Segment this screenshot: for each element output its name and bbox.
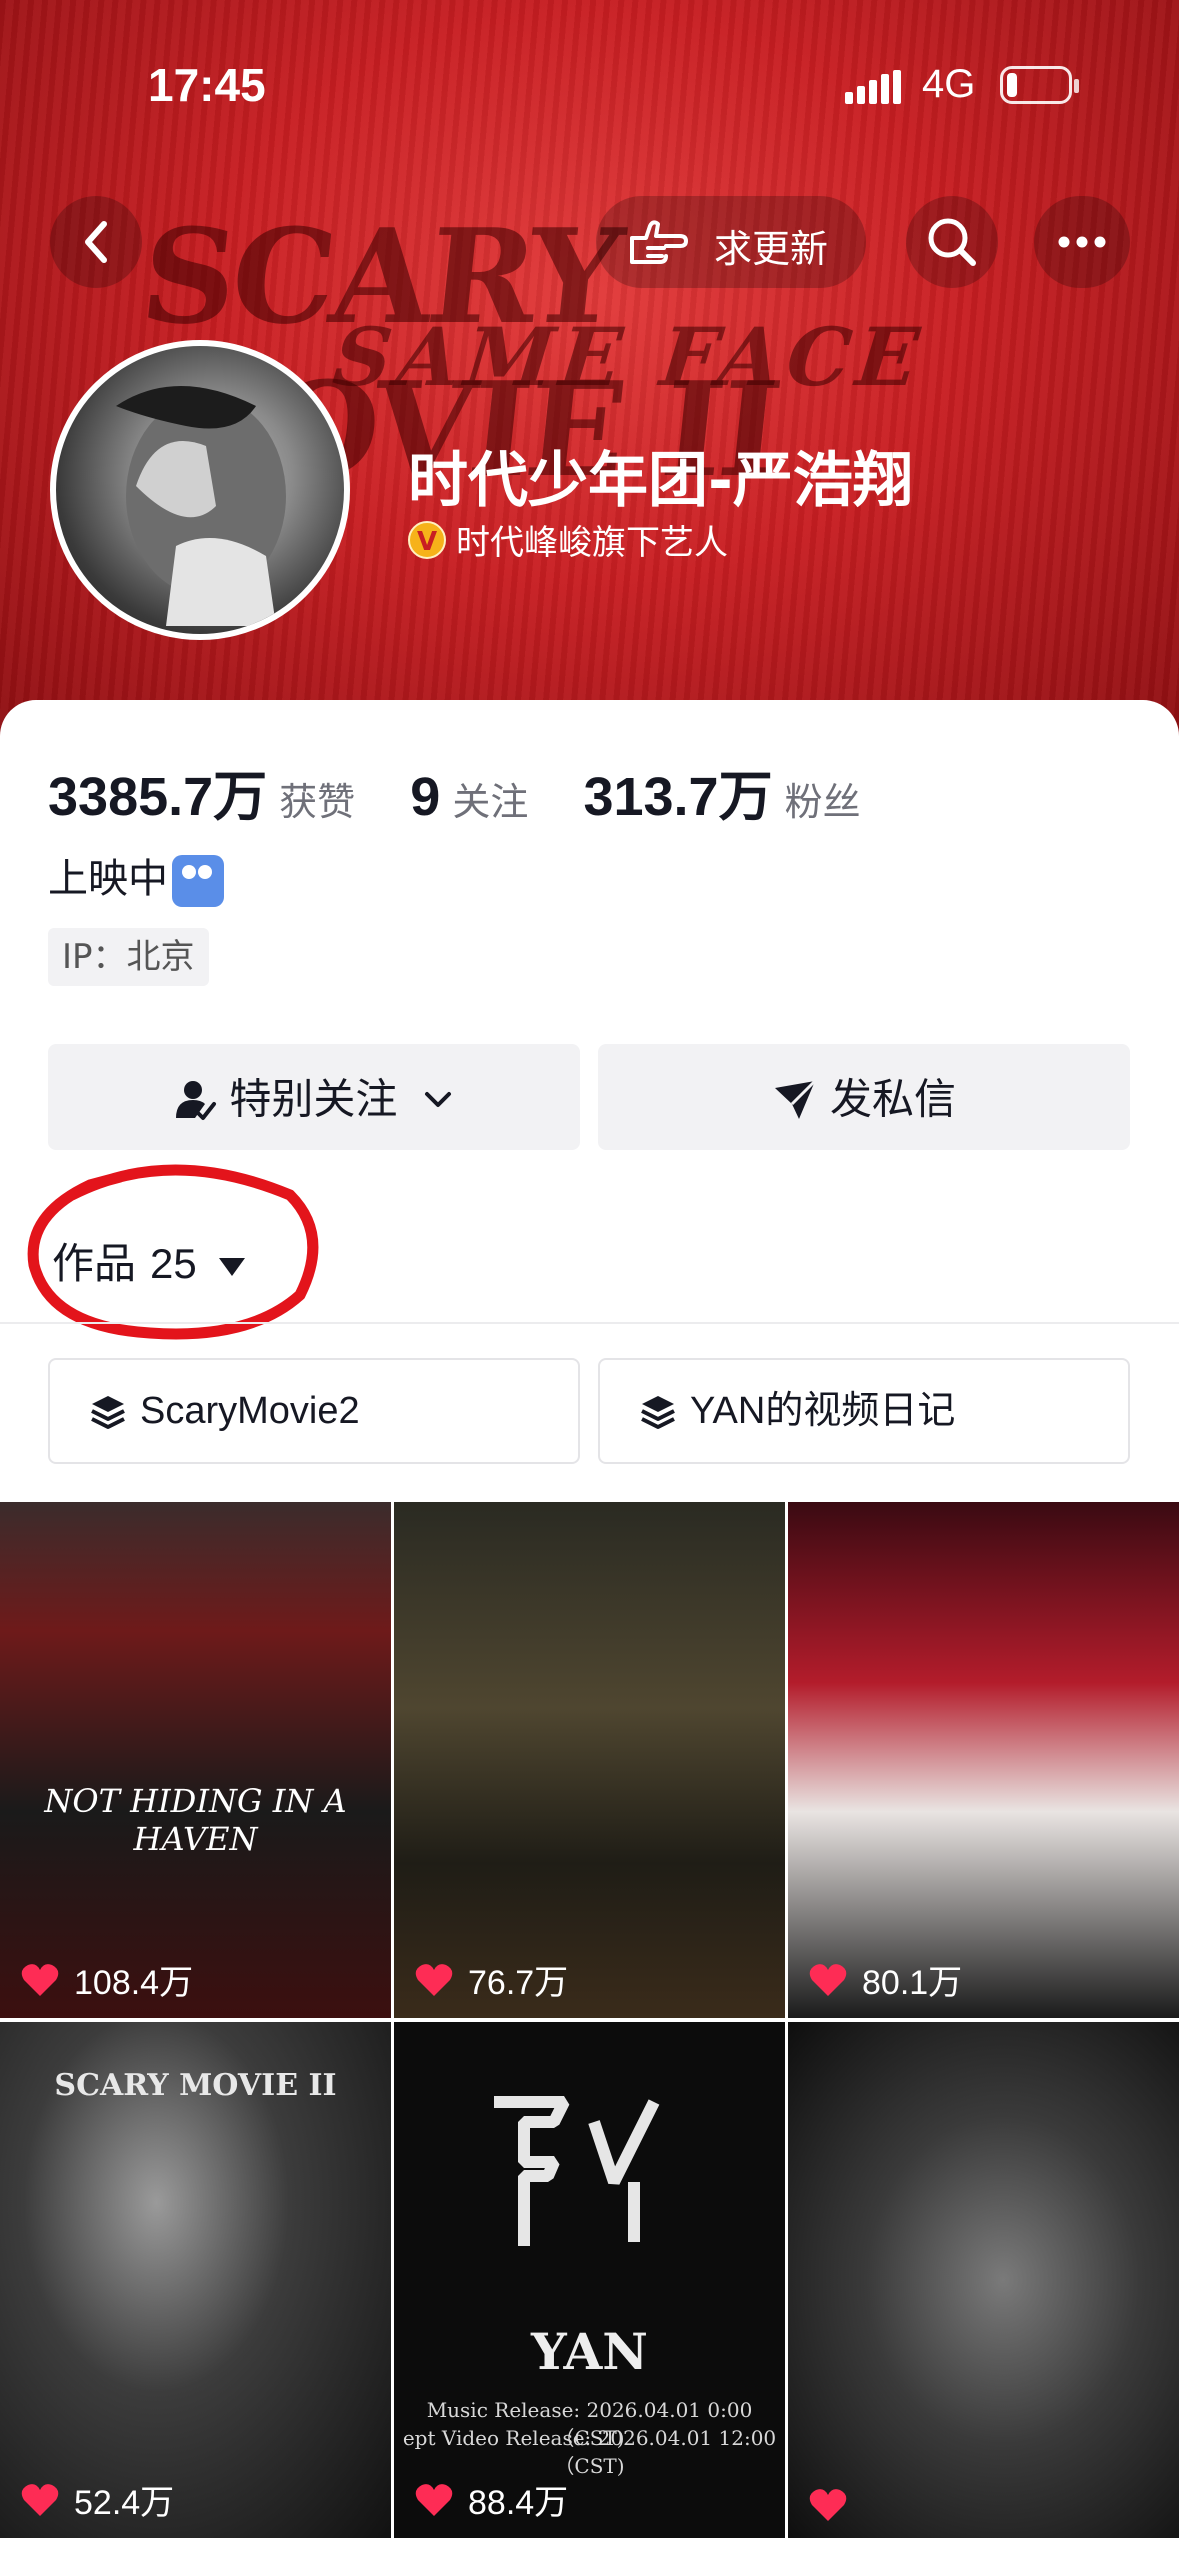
video-thumbnail[interactable]: 76.7万: [394, 1502, 785, 2018]
pointing-hand-icon: [630, 220, 688, 264]
collection-chip[interactable]: YAN的视频日记: [598, 1358, 1130, 1464]
search-icon: [928, 218, 976, 266]
avatar-photo: [116, 386, 286, 626]
like-count: 80.1万: [808, 1955, 962, 2004]
like-count: [808, 2483, 862, 2524]
video-overlay-text: NOT HIDING IN A HAVEN: [44, 1782, 347, 1858]
network-type: 4G: [922, 62, 976, 106]
stat-value: 313.7万: [583, 767, 773, 827]
like-count-value: 88.4万: [468, 2484, 569, 2522]
more-button[interactable]: [1034, 196, 1130, 288]
heart-icon: [21, 1963, 59, 1996]
like-count-value: 76.7万: [468, 1964, 569, 2002]
special-follow-label: 特别关注: [229, 1074, 398, 1124]
video-thumbnail[interactable]: 80.1万: [788, 1502, 1179, 2018]
verification-info: V 时代峰峻旗下艺人: [408, 515, 728, 564]
status-bar: 17:45 4G: [0, 58, 1179, 118]
logo-artwork: [494, 2096, 660, 2246]
stat-followers[interactable]: 313.7万 粉丝: [583, 752, 860, 831]
video-thumbnail[interactable]: SCARY MOVIE II 52.4万: [0, 2022, 391, 2538]
heart-icon: [415, 1963, 453, 1996]
video-thumbnail[interactable]: NOT HIDING IN A HAVEN 108.4万: [0, 1502, 391, 2018]
banner-art-subtitle: SAME FACE: [329, 310, 930, 404]
user-check-icon: [176, 1080, 217, 1120]
paper-plane-icon: [774, 1079, 817, 1119]
heart-icon: [21, 2483, 59, 2516]
video-thumbnail[interactable]: [788, 2022, 1179, 2538]
collection-label: YAN的视频日记: [690, 1390, 956, 1432]
like-count: 76.7万: [414, 1955, 568, 2004]
like-count-value: 80.1万: [862, 1964, 963, 2002]
section-divider: [0, 1322, 1179, 1324]
heart-icon: [415, 2483, 453, 2516]
ip-location: IP：北京: [48, 928, 209, 986]
search-button[interactable]: [906, 196, 998, 288]
stat-label: 粉丝: [784, 780, 861, 824]
verification-text: 时代峰峻旗下艺人: [456, 523, 728, 563]
profile-content: 3385.7万 获赞 9 关注 313.7万 粉丝 上映中 IP：北京 特别关注 发私…: [0, 700, 1179, 2556]
collection-label: ScaryMovie2: [140, 1390, 360, 1432]
send-message-label: 发私信: [829, 1074, 956, 1124]
heart-icon: [809, 1963, 847, 1996]
video-caption-line: ept Video Release: 2026.04.01 12:00（CST): [402, 2426, 777, 2478]
like-count-value: 52.4万: [74, 2484, 175, 2522]
collection-chip[interactable]: ScaryMovie2: [48, 1358, 580, 1464]
more-horizontal-icon: [1058, 236, 1106, 248]
battery-icon: [1000, 66, 1079, 104]
heart-icon: [809, 2488, 847, 2521]
profile-bio: 上映中: [48, 846, 224, 907]
like-count: 108.4万: [20, 1955, 193, 2004]
chevron-left-icon: [85, 221, 107, 263]
layers-icon: [641, 1396, 675, 1429]
profile-stats: 3385.7万 获赞 9 关注 313.7万 粉丝: [48, 752, 911, 827]
profile-name: 时代少年团-严浩翔: [408, 446, 913, 516]
stat-value: 9: [410, 767, 441, 827]
bio-text: 上映中: [48, 856, 168, 902]
stat-following[interactable]: 9 关注: [410, 766, 528, 828]
status-time: 17:45: [148, 59, 266, 111]
send-message-button[interactable]: 发私信: [598, 1044, 1130, 1150]
stat-likes[interactable]: 3385.7万 获赞: [48, 752, 355, 831]
stat-value: 3385.7万: [48, 767, 268, 827]
stat-label: 获赞: [279, 780, 356, 824]
special-follow-button[interactable]: 特别关注: [48, 1044, 580, 1150]
like-count: 52.4万: [20, 2475, 174, 2524]
stat-label: 关注: [452, 780, 529, 824]
video-thumbnail[interactable]: YAN Music Release: 2026.04.01 0:00（CST) …: [394, 2022, 785, 2538]
red-circle-annotation: [27, 1164, 319, 1340]
like-count-value: 108.4万: [74, 1964, 194, 2002]
request-update-button[interactable]: 求更新: [596, 196, 866, 288]
layers-icon: [91, 1396, 125, 1429]
back-button[interactable]: [50, 196, 142, 288]
verified-badge-icon: V: [408, 520, 446, 559]
request-update-label: 求更新: [714, 227, 829, 271]
video-overlay-text: SCARY MOVIE II: [54, 2068, 337, 2103]
movie-camera-icon: [172, 855, 224, 907]
like-count: 88.4万: [414, 2475, 568, 2524]
chevron-down-icon: [424, 1091, 451, 1107]
avatar[interactable]: [50, 340, 350, 640]
signal-icon: [845, 70, 905, 104]
video-title-text: YAN: [531, 2322, 648, 2381]
